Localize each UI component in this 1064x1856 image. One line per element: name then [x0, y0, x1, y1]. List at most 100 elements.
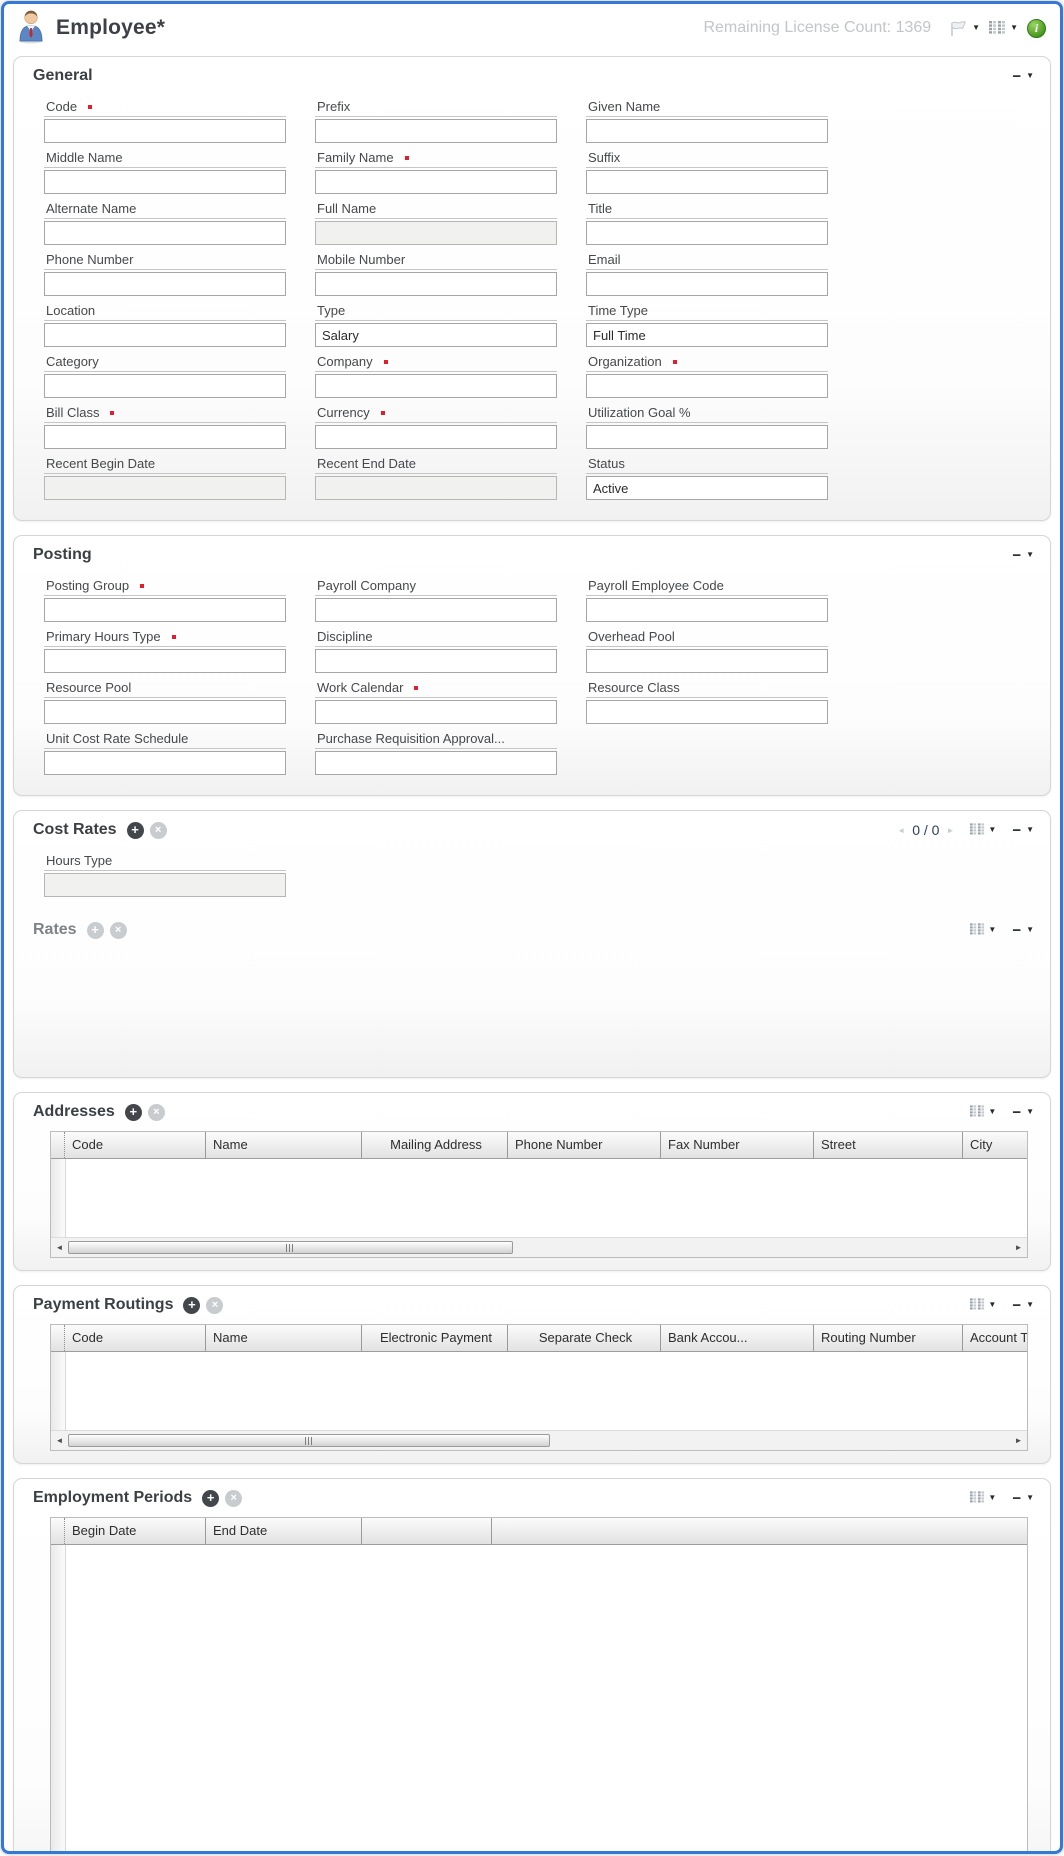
- pager-prev-icon[interactable]: ◄: [897, 826, 905, 835]
- scroll-left-icon[interactable]: ◄: [53, 1243, 66, 1252]
- status-input[interactable]: [586, 476, 828, 500]
- location-input[interactable]: [44, 323, 286, 347]
- currency-input[interactable]: [315, 425, 557, 449]
- scrollbar-track[interactable]: [66, 1240, 1012, 1255]
- chevron-down-icon: ▼: [988, 926, 996, 934]
- add-rate-button: +: [87, 922, 104, 939]
- column-header-account-type[interactable]: Account T: [963, 1325, 1027, 1351]
- category-input[interactable]: [44, 374, 286, 398]
- collapse-minus-button[interactable]: −: [1012, 823, 1021, 838]
- collapse-caret-button[interactable]: ▼: [1026, 72, 1034, 80]
- add-payment-routing-button[interactable]: +: [183, 1297, 200, 1314]
- collapse-caret-button[interactable]: ▼: [1026, 826, 1034, 834]
- given-name-input[interactable]: [586, 119, 828, 143]
- work-calendar-input[interactable]: [315, 700, 557, 724]
- column-header-mailing-address[interactable]: Mailing Address: [362, 1132, 508, 1158]
- resource-class-input[interactable]: [586, 700, 828, 724]
- collapse-minus-button[interactable]: −: [1012, 1105, 1021, 1120]
- add-address-button[interactable]: +: [125, 1104, 142, 1121]
- scrollbar-thumb[interactable]: [68, 1241, 513, 1254]
- collapse-caret-button[interactable]: ▼: [1026, 551, 1034, 559]
- mobile-number-input[interactable]: [315, 272, 557, 296]
- field-label: Given Name: [588, 99, 660, 114]
- info-icon[interactable]: i: [1027, 19, 1046, 38]
- type-input[interactable]: [315, 323, 557, 347]
- prefix-input[interactable]: [315, 119, 557, 143]
- collapse-caret-button[interactable]: ▼: [1026, 1301, 1034, 1309]
- column-header-street[interactable]: Street: [814, 1132, 963, 1158]
- column-header-fax-number[interactable]: Fax Number: [661, 1132, 814, 1158]
- column-header-end-date[interactable]: End Date: [206, 1518, 362, 1544]
- pager-next-icon[interactable]: ►: [946, 826, 954, 835]
- posting-group-input[interactable]: [44, 598, 286, 622]
- columns-icon: [970, 1105, 985, 1119]
- collapse-minus-button[interactable]: −: [1012, 1298, 1021, 1313]
- suffix-input[interactable]: [586, 170, 828, 194]
- section-title-posting: Posting: [33, 546, 92, 564]
- scroll-right-icon[interactable]: ►: [1012, 1243, 1025, 1252]
- employee-window: Employee* Remaining License Count: 1369 …: [1, 1, 1063, 1854]
- email-input[interactable]: [586, 272, 828, 296]
- scrollbar-track[interactable]: [66, 1433, 1012, 1448]
- delete-cost-rate-button[interactable]: ×: [150, 822, 167, 839]
- payroll-company-input[interactable]: [315, 598, 557, 622]
- company-input[interactable]: [315, 374, 557, 398]
- phone-number-input[interactable]: [44, 272, 286, 296]
- collapse-caret-button[interactable]: ▼: [1026, 1494, 1034, 1502]
- add-cost-rate-button[interactable]: +: [127, 822, 144, 839]
- column-header-name[interactable]: Name: [206, 1325, 362, 1351]
- discipline-input[interactable]: [315, 649, 557, 673]
- collapse-minus-button[interactable]: −: [1012, 548, 1021, 563]
- collapse-caret-button[interactable]: ▼: [1026, 926, 1034, 934]
- overhead-pool-input[interactable]: [586, 649, 828, 673]
- purchase-requisition-approval-input[interactable]: [315, 751, 557, 775]
- column-chooser-button[interactable]: ▼: [970, 823, 996, 837]
- addresses-hscrollbar[interactable]: ◄ ►: [51, 1237, 1027, 1257]
- family-name-input[interactable]: [315, 170, 557, 194]
- flag-button[interactable]: ▼: [948, 20, 980, 37]
- delete-payment-routing-button[interactable]: ×: [206, 1297, 223, 1314]
- alternate-name-input[interactable]: [44, 221, 286, 245]
- column-chooser-button[interactable]: ▼: [989, 21, 1018, 36]
- scroll-right-icon[interactable]: ►: [1012, 1436, 1025, 1445]
- delete-employment-period-button[interactable]: ×: [225, 1490, 242, 1507]
- title-input[interactable]: [586, 221, 828, 245]
- bill-class-input[interactable]: [44, 425, 286, 449]
- column-chooser-button[interactable]: ▼: [970, 1491, 996, 1505]
- field-label: Middle Name: [46, 150, 123, 165]
- scroll-left-icon[interactable]: ◄: [53, 1436, 66, 1445]
- middle-name-input[interactable]: [44, 170, 286, 194]
- column-chooser-button[interactable]: ▼: [970, 1105, 996, 1119]
- column-header-begin-date[interactable]: Begin Date: [65, 1518, 206, 1544]
- column-header-city[interactable]: City: [963, 1132, 1027, 1158]
- code-input[interactable]: [44, 119, 286, 143]
- column-header-separate-check[interactable]: Separate Check: [508, 1325, 661, 1351]
- collapse-minus-button[interactable]: −: [1012, 1491, 1021, 1506]
- delete-address-button[interactable]: ×: [148, 1104, 165, 1121]
- column-header-bank-account[interactable]: Bank Accou...: [661, 1325, 814, 1351]
- utilization-goal-input[interactable]: [586, 425, 828, 449]
- column-header-name[interactable]: Name: [206, 1132, 362, 1158]
- field-label: Currency: [317, 405, 370, 420]
- collapse-caret-button[interactable]: ▼: [1026, 1108, 1034, 1116]
- organization-input[interactable]: [586, 374, 828, 398]
- column-header-phone-number[interactable]: Phone Number: [508, 1132, 661, 1158]
- primary-hours-type-input[interactable]: [44, 649, 286, 673]
- collapse-minus-button[interactable]: −: [1012, 69, 1021, 84]
- add-employment-period-button[interactable]: +: [202, 1490, 219, 1507]
- column-chooser-button[interactable]: ▼: [970, 923, 996, 937]
- column-header-code[interactable]: Code: [65, 1325, 206, 1351]
- column-header-filler: [492, 1518, 1027, 1544]
- column-chooser-button[interactable]: ▼: [970, 1298, 996, 1312]
- payroll-employee-code-input[interactable]: [586, 598, 828, 622]
- column-header-code[interactable]: Code: [65, 1132, 206, 1158]
- column-header-routing-number[interactable]: Routing Number: [814, 1325, 963, 1351]
- payment-routings-hscrollbar[interactable]: ◄ ►: [51, 1430, 1027, 1450]
- column-header-electronic-payment[interactable]: Electronic Payment: [362, 1325, 508, 1351]
- scrollbar-thumb[interactable]: [68, 1434, 550, 1447]
- resource-pool-input[interactable]: [44, 700, 286, 724]
- unit-cost-rate-schedule-input[interactable]: [44, 751, 286, 775]
- collapse-minus-button[interactable]: −: [1012, 923, 1021, 938]
- time-type-input[interactable]: [586, 323, 828, 347]
- columns-icon: [970, 1298, 985, 1312]
